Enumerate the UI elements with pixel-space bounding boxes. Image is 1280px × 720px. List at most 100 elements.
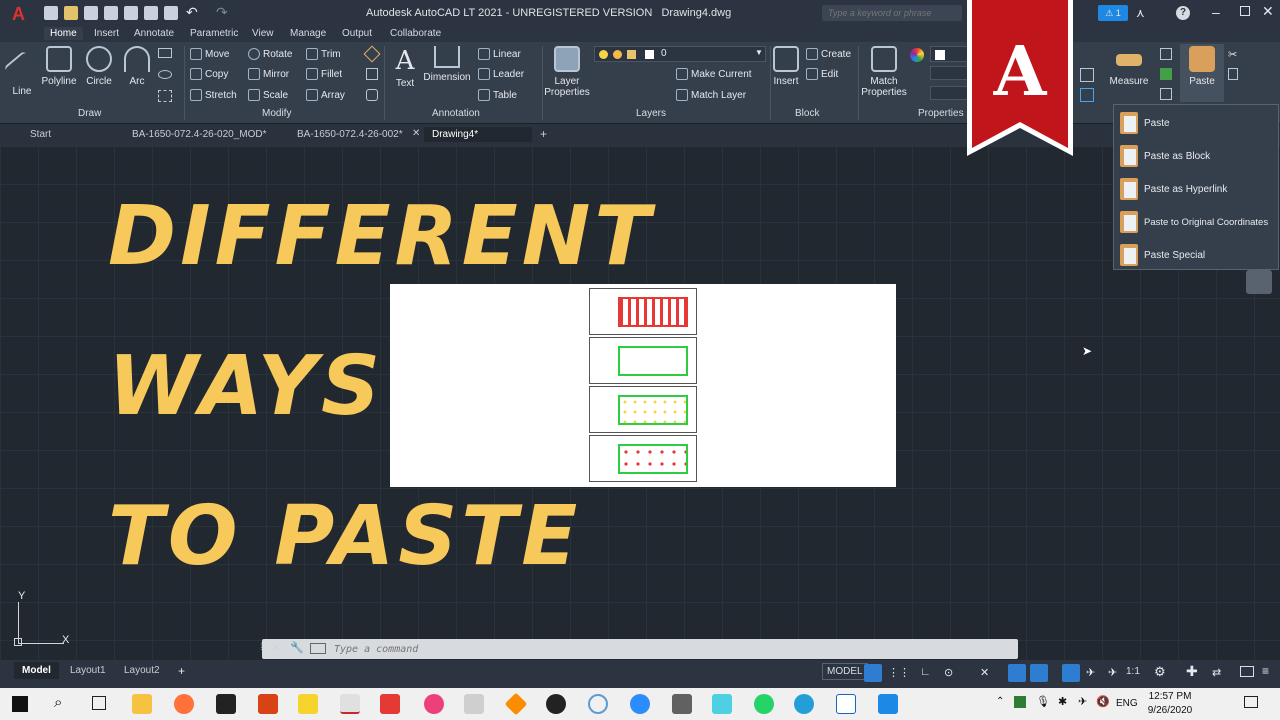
doc-tab-start[interactable]: Start xyxy=(22,127,59,142)
copy-button[interactable]: Copy xyxy=(190,68,228,80)
dimension-button[interactable]: Dimension xyxy=(422,46,472,83)
annotation-panel-label[interactable]: Annotation xyxy=(432,108,480,119)
doc-tab-ba-002[interactable]: BA-1650-072.4-26-002* xyxy=(289,127,411,142)
lineweight-icon[interactable] xyxy=(1008,664,1026,682)
layers-panel-label[interactable]: Layers xyxy=(636,108,666,119)
tab-manage[interactable]: Manage xyxy=(284,27,332,40)
account-icon[interactable]: ⋏ xyxy=(1136,6,1145,20)
circle-app-icon[interactable] xyxy=(588,694,608,714)
ellipse-icon[interactable] xyxy=(158,70,172,79)
plus-icon[interactable]: ✚ xyxy=(1186,663,1198,680)
arc-button[interactable]: Arc xyxy=(112,46,162,87)
print-icon[interactable] xyxy=(164,6,178,20)
grip-icon[interactable]: ⁞ xyxy=(260,642,263,653)
notifications-icon[interactable] xyxy=(1244,696,1258,708)
undo-icon[interactable]: ↶ xyxy=(186,4,198,21)
trim-button[interactable]: Trim xyxy=(306,48,341,60)
group-icon[interactable] xyxy=(1080,68,1094,82)
snipping-icon[interactable] xyxy=(424,694,444,714)
open-folder-icon[interactable] xyxy=(64,6,78,20)
share-icon[interactable] xyxy=(144,6,158,20)
microphone-icon[interactable]: 🎙 xyxy=(1036,695,1050,708)
fillet-button[interactable]: Fillet xyxy=(306,68,342,80)
minimize-icon[interactable]: – xyxy=(1212,4,1220,20)
grid-icon[interactable] xyxy=(864,664,882,682)
customize-icon[interactable]: 🔧 xyxy=(290,641,304,654)
calculator-app-icon[interactable] xyxy=(672,694,692,714)
dx-icon[interactable] xyxy=(216,694,236,714)
osnap-icon[interactable]: ✕ xyxy=(980,666,989,679)
settings-gear-icon[interactable]: ⚙ xyxy=(1154,664,1166,680)
pasted-sheet-preview[interactable] xyxy=(390,284,896,487)
close-icon[interactable]: ✕ xyxy=(1262,3,1274,20)
make-current-button[interactable]: Make Current xyxy=(676,68,752,80)
tab-annotate[interactable]: Annotate xyxy=(128,27,180,40)
task-view-icon[interactable] xyxy=(92,696,106,710)
doc-tab-drawing4[interactable]: Drawing4* xyxy=(424,127,532,142)
clean-screen-icon[interactable] xyxy=(1240,666,1254,677)
editor-app-icon[interactable] xyxy=(464,694,484,714)
autocad-icon[interactable] xyxy=(340,694,360,714)
annotation-visibility-icon[interactable] xyxy=(1062,664,1080,682)
document-app-icon[interactable] xyxy=(836,694,856,714)
leader-button[interactable]: Leader xyxy=(478,68,524,80)
save-icon[interactable] xyxy=(84,6,98,20)
windows-start-icon[interactable] xyxy=(12,696,28,712)
new-file-icon[interactable] xyxy=(44,6,58,20)
telegram-icon[interactable] xyxy=(794,694,814,714)
search-box[interactable] xyxy=(822,5,962,21)
tab-collaborate[interactable]: Collaborate xyxy=(384,27,447,40)
mirror-button[interactable]: Mirror xyxy=(248,68,289,80)
language-indicator[interactable]: ENG xyxy=(1116,698,1138,709)
color-wheel-icon[interactable] xyxy=(910,48,924,62)
explode-icon[interactable] xyxy=(366,68,378,80)
plot-icon[interactable] xyxy=(124,6,138,20)
zoom-icon[interactable] xyxy=(630,694,650,714)
close-tab-icon[interactable]: ✕ xyxy=(412,128,420,139)
command-input[interactable] xyxy=(334,642,1004,656)
restore-icon[interactable] xyxy=(1240,6,1250,16)
copy-clip-icon[interactable] xyxy=(1228,68,1238,80)
menu-item-paste-as-hyperlink[interactable]: Paste as Hyperlink xyxy=(1114,173,1280,205)
cyan-app-icon[interactable] xyxy=(712,694,732,714)
auto-scale-icon[interactable]: ✈ xyxy=(1086,666,1095,679)
cut-icon[interactable]: ✂ xyxy=(1228,48,1237,61)
file-explorer-icon[interactable] xyxy=(132,694,152,714)
select-icon[interactable] xyxy=(1080,88,1094,102)
rotate-button[interactable]: Rotate xyxy=(248,48,292,60)
match-properties-button[interactable]: Match Properties xyxy=(858,46,910,98)
array-button[interactable]: Array xyxy=(306,89,345,101)
obs-icon[interactable] xyxy=(546,694,566,714)
notification-badge[interactable]: ⚠ 1 xyxy=(1098,5,1128,21)
whatsapp-icon[interactable] xyxy=(754,694,774,714)
layer-dropdown[interactable]: 0 ▼ xyxy=(594,46,766,62)
edit-block-button[interactable]: Edit xyxy=(806,68,838,80)
annotation-scale[interactable]: 1:1 xyxy=(1126,666,1140,677)
search-input[interactable] xyxy=(828,6,960,20)
menu-item-paste-as-block[interactable]: Paste as Block xyxy=(1114,140,1280,172)
create-block-button[interactable]: Create xyxy=(806,48,851,60)
block-panel-label[interactable]: Block xyxy=(795,108,819,119)
model-space-toggle[interactable]: MODEL xyxy=(822,663,868,680)
add-layout-icon[interactable]: + xyxy=(178,664,185,678)
menu-icon[interactable]: ≡ xyxy=(1262,664,1269,678)
isolate-icon[interactable]: ⇄ xyxy=(1212,666,1221,679)
system-clock[interactable]: 12:57 PM 9/26/2020 xyxy=(1140,690,1200,718)
ortho-icon[interactable]: ∟ xyxy=(920,666,931,678)
stretch-button[interactable]: Stretch xyxy=(190,89,237,101)
tab-output[interactable]: Output xyxy=(336,27,378,40)
polar-icon[interactable]: ⊙ xyxy=(944,666,953,679)
tab-model[interactable]: Model xyxy=(14,662,59,679)
red-app-icon[interactable] xyxy=(258,694,278,714)
tray-plane-icon[interactable]: ✈ xyxy=(1078,695,1087,708)
properties-panel-label[interactable]: Properties xyxy=(918,108,964,119)
menu-item-paste-special[interactable]: Paste Special xyxy=(1114,239,1280,271)
tab-layout2[interactable]: Layout2 xyxy=(116,662,168,679)
modify-panel-label[interactable]: Modify xyxy=(262,108,291,119)
tab-parametric[interactable]: Parametric xyxy=(184,27,244,40)
viewcube-stub[interactable] xyxy=(1246,270,1272,294)
offset-icon[interactable] xyxy=(366,89,378,101)
match-layer-button[interactable]: Match Layer xyxy=(676,89,746,101)
add-tab-icon[interactable]: + xyxy=(540,127,547,141)
scale-button[interactable]: Scale xyxy=(248,89,288,101)
